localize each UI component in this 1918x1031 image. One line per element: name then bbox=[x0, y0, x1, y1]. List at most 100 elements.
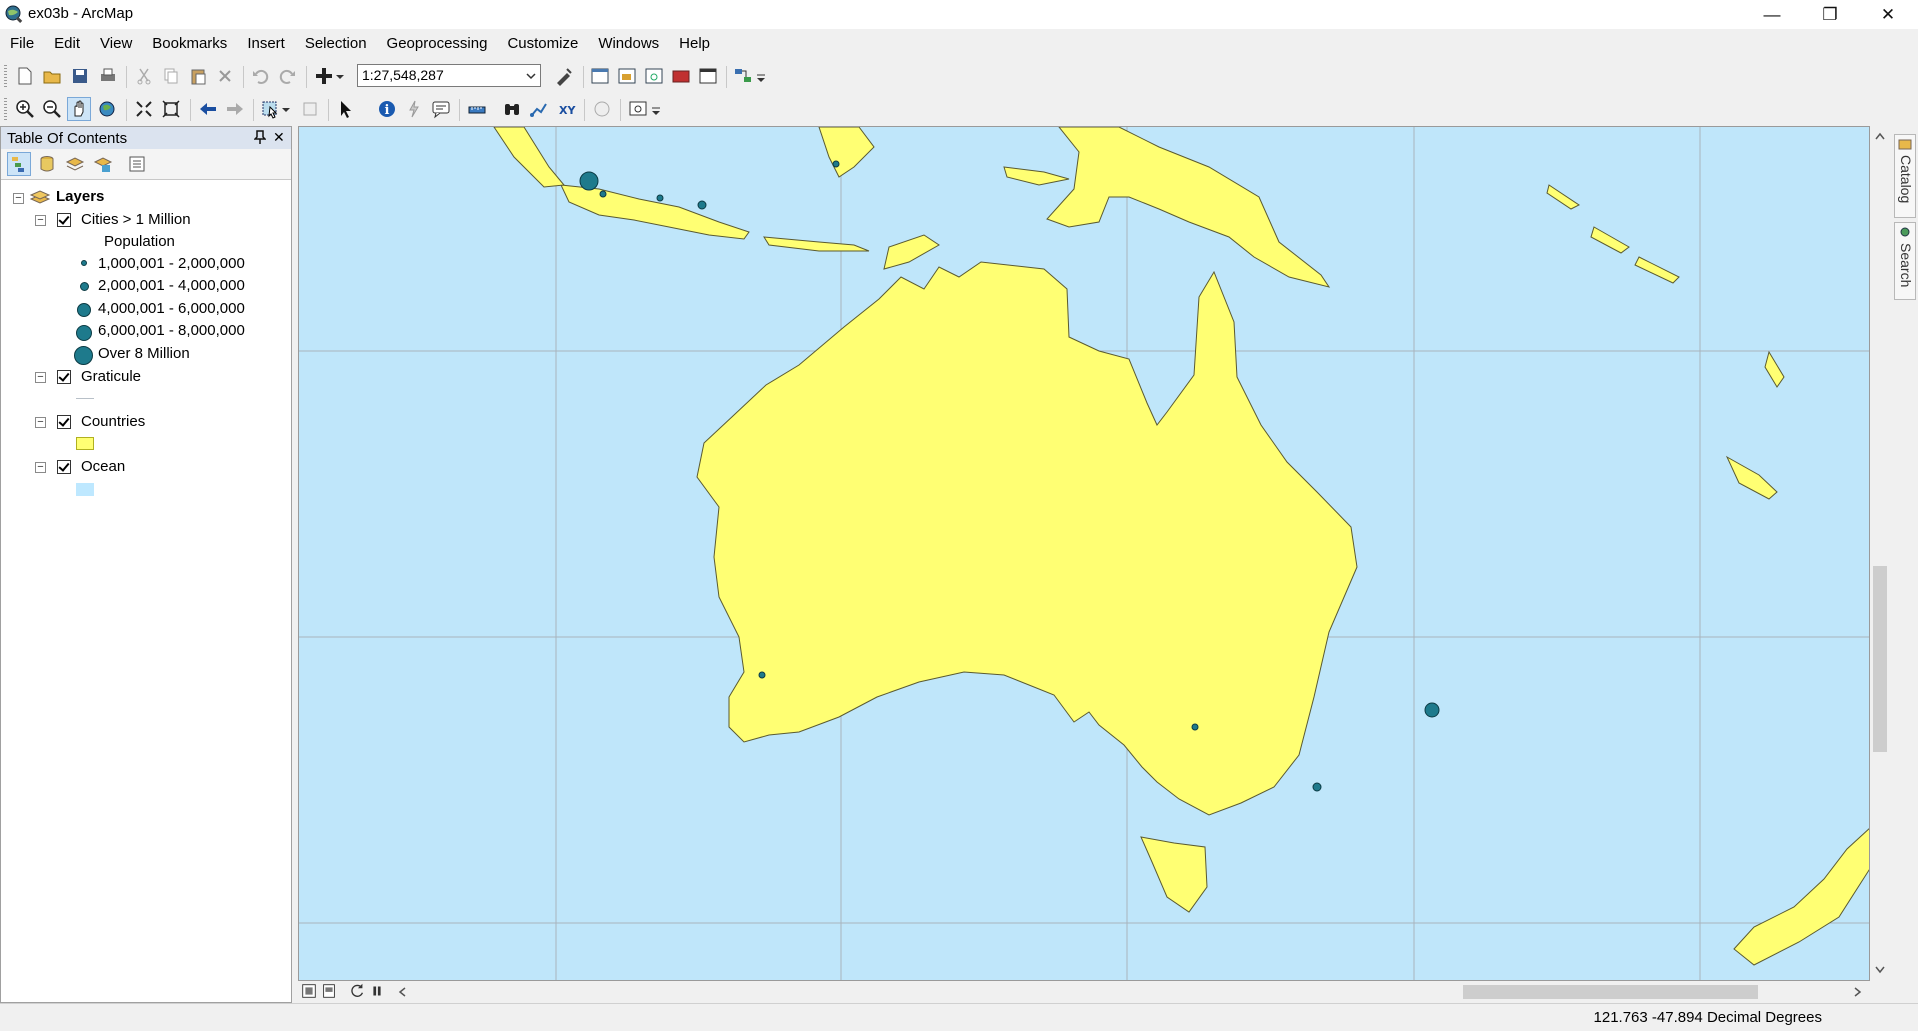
paste-icon[interactable] bbox=[186, 64, 210, 88]
pause-drawing-icon[interactable] bbox=[368, 981, 386, 1001]
map-vertical-scrollbar[interactable] bbox=[1870, 126, 1890, 981]
search-window-icon[interactable] bbox=[642, 64, 666, 88]
city-surabaya[interactable] bbox=[697, 200, 707, 210]
add-data-dropdown-icon[interactable] bbox=[334, 64, 346, 88]
forward-arrow-icon[interactable] bbox=[223, 97, 247, 121]
close-button[interactable]: ✕ bbox=[1859, 0, 1917, 29]
city-sydney[interactable] bbox=[1424, 702, 1440, 718]
catalog-window-icon[interactable] bbox=[615, 64, 639, 88]
data-view-icon[interactable] bbox=[300, 981, 318, 1001]
toolbar-options-icon[interactable] bbox=[755, 64, 767, 88]
city-melbourne[interactable] bbox=[1312, 782, 1322, 792]
menu-bookmarks[interactable]: Bookmarks bbox=[142, 30, 237, 57]
python-window-icon[interactable] bbox=[696, 64, 720, 88]
go-to-xy-icon[interactable]: XY bbox=[554, 97, 578, 121]
list-by-visibility-icon[interactable] bbox=[63, 152, 87, 176]
graticule-visibility-checkbox[interactable] bbox=[57, 370, 71, 384]
city-symbol-class-3[interactable] bbox=[77, 303, 91, 317]
collapse-ocean-toggle[interactable]: − bbox=[35, 462, 46, 473]
clear-selection-icon[interactable] bbox=[298, 97, 322, 121]
list-by-source-icon[interactable] bbox=[35, 152, 59, 176]
chevron-down-icon[interactable] bbox=[522, 65, 540, 86]
city-semarang[interactable] bbox=[656, 194, 664, 202]
menu-windows[interactable]: Windows bbox=[588, 30, 669, 57]
city-symbol-class-5[interactable] bbox=[74, 346, 93, 365]
find-binoculars-icon[interactable] bbox=[500, 97, 524, 121]
layer-graticule[interactable]: Graticule bbox=[81, 366, 141, 388]
model-builder-icon[interactable] bbox=[731, 64, 755, 88]
cities-visibility-checkbox[interactable] bbox=[57, 213, 71, 227]
open-folder-icon[interactable] bbox=[40, 64, 64, 88]
delete-icon[interactable] bbox=[213, 64, 237, 88]
fixed-zoom-in-icon[interactable] bbox=[132, 97, 156, 121]
toolbar-grip[interactable] bbox=[4, 65, 7, 87]
ocean-visibility-checkbox[interactable] bbox=[57, 460, 71, 474]
layer-cities[interactable]: Cities > 1 Million bbox=[81, 209, 191, 231]
create-viewer-window-icon[interactable] bbox=[626, 97, 650, 121]
cut-icon[interactable] bbox=[132, 64, 156, 88]
horizontal-scroll-thumb[interactable] bbox=[1463, 985, 1758, 999]
menu-view[interactable]: View bbox=[90, 30, 142, 57]
map-canvas[interactable] bbox=[299, 127, 1870, 981]
map-scale-combobox[interactable]: 1:27,548,287 bbox=[357, 64, 541, 87]
time-slider-icon[interactable] bbox=[590, 97, 614, 121]
new-document-icon[interactable] bbox=[13, 64, 37, 88]
collapse-countries-toggle[interactable]: − bbox=[35, 417, 46, 428]
undo-icon[interactable] bbox=[248, 64, 272, 88]
menu-edit[interactable]: Edit bbox=[44, 30, 90, 57]
collapse-graticule-toggle[interactable]: − bbox=[35, 372, 46, 383]
city-symbol-class-2[interactable] bbox=[80, 282, 89, 291]
scroll-left-arrow-icon[interactable] bbox=[398, 987, 406, 997]
editor-toolbar-icon[interactable] bbox=[552, 64, 576, 88]
html-popup-icon[interactable] bbox=[429, 97, 453, 121]
menu-selection[interactable]: Selection bbox=[295, 30, 377, 57]
city-jakarta[interactable] bbox=[579, 171, 599, 191]
restore-button[interactable]: ❐ bbox=[1801, 0, 1859, 29]
city-makassar[interactable] bbox=[832, 160, 840, 168]
layout-view-icon[interactable] bbox=[320, 981, 338, 1001]
layer-ocean[interactable]: Ocean bbox=[81, 456, 125, 478]
scroll-right-arrow-icon[interactable] bbox=[1854, 987, 1862, 997]
table-of-contents-window-icon[interactable] bbox=[588, 64, 612, 88]
measure-ruler-icon[interactable] bbox=[465, 97, 489, 121]
redo-icon[interactable] bbox=[276, 64, 300, 88]
hyperlink-icon[interactable] bbox=[402, 97, 426, 121]
scroll-down-arrow-icon[interactable] bbox=[1875, 966, 1885, 974]
city-symbol-class-4[interactable] bbox=[76, 325, 92, 341]
menu-customize[interactable]: Customize bbox=[497, 30, 588, 57]
arctoolbox-window-icon[interactable] bbox=[669, 64, 693, 88]
graticule-line-symbol[interactable] bbox=[76, 398, 94, 399]
fixed-zoom-out-icon[interactable] bbox=[159, 97, 183, 121]
collapse-cities-toggle[interactable]: − bbox=[35, 215, 46, 226]
menu-help[interactable]: Help bbox=[669, 30, 720, 57]
minimize-button[interactable]: — bbox=[1743, 0, 1801, 29]
list-by-selection-icon[interactable] bbox=[91, 152, 115, 176]
zoom-in-icon[interactable] bbox=[13, 97, 37, 121]
city-symbol-class-1[interactable] bbox=[81, 260, 87, 266]
toc-options-icon[interactable] bbox=[125, 152, 149, 176]
layer-countries[interactable]: Countries bbox=[81, 411, 145, 433]
menu-insert[interactable]: Insert bbox=[237, 30, 295, 57]
find-route-icon[interactable] bbox=[527, 97, 551, 121]
toolbar-grip[interactable] bbox=[4, 98, 7, 120]
ocean-fill-symbol[interactable] bbox=[76, 483, 94, 496]
pin-icon[interactable] bbox=[253, 130, 267, 147]
print-icon[interactable] bbox=[96, 64, 120, 88]
pan-hand-icon[interactable] bbox=[67, 97, 91, 121]
select-features-icon[interactable] bbox=[258, 97, 282, 121]
list-by-drawing-order-icon[interactable] bbox=[7, 152, 31, 176]
menu-file[interactable]: File bbox=[0, 30, 44, 57]
menu-geoprocessing[interactable]: Geoprocessing bbox=[377, 30, 498, 57]
select-elements-arrow-icon[interactable] bbox=[334, 97, 358, 121]
data-frame-layers[interactable]: Layers bbox=[56, 186, 104, 208]
select-features-dropdown-icon[interactable] bbox=[280, 97, 292, 121]
toolbar-options-icon[interactable] bbox=[650, 97, 662, 121]
back-arrow-icon[interactable] bbox=[196, 97, 220, 121]
vertical-scroll-thumb[interactable] bbox=[1873, 566, 1887, 752]
identify-icon[interactable]: i bbox=[375, 97, 399, 121]
city-adelaide[interactable] bbox=[1191, 723, 1199, 731]
copy-icon[interactable] bbox=[159, 64, 183, 88]
map-display[interactable] bbox=[298, 126, 1870, 981]
catalog-dock-tab[interactable]: Catalog bbox=[1894, 134, 1916, 218]
add-data-icon[interactable] bbox=[312, 64, 336, 88]
